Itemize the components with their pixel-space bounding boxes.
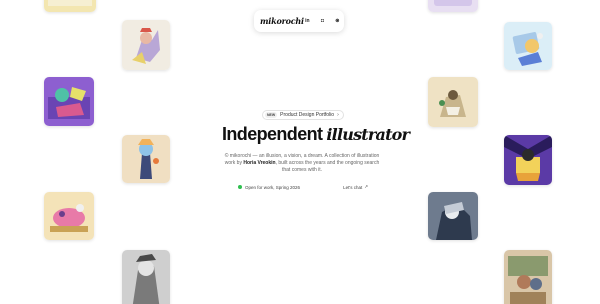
title-script: illustrator bbox=[326, 125, 410, 144]
artist-name: Horia Vreokin bbox=[243, 160, 276, 166]
chat-link[interactable]: Let's chat ↗ bbox=[343, 184, 368, 190]
artwork-tile-5[interactable] bbox=[44, 77, 94, 126]
artwork-tile-8[interactable] bbox=[504, 135, 552, 185]
chevron-right-icon: › bbox=[337, 112, 339, 118]
status-text: Open for work, Spring 2026 bbox=[245, 184, 301, 190]
artwork-tile-1[interactable] bbox=[44, 0, 96, 12]
artwork-tile-2[interactable] bbox=[122, 20, 170, 70]
chat-label: Let's chat bbox=[343, 184, 363, 190]
status-dot-icon bbox=[238, 185, 242, 189]
cta-row: Open for work, Spring 2026 Let's chat ↗ bbox=[238, 183, 368, 191]
arrow-up-right-icon: ↗ bbox=[364, 184, 368, 189]
intro-text: © mikorochi — an illusion, a vision, a d… bbox=[224, 153, 380, 173]
artwork-tile-12[interactable] bbox=[504, 250, 552, 304]
artwork-tile-11[interactable] bbox=[122, 250, 170, 304]
social-links: in ◘ ⊛ bbox=[304, 18, 341, 25]
page-title: Independent illustrator bbox=[222, 124, 410, 146]
instagram-icon[interactable]: ◘ bbox=[319, 18, 326, 25]
dribbble-icon[interactable]: ⊛ bbox=[334, 18, 341, 25]
portfolio-badge[interactable]: NEW Product Design Portfolio › bbox=[262, 110, 344, 120]
artwork-tile-9[interactable] bbox=[44, 192, 94, 240]
new-tag: NEW bbox=[265, 112, 278, 118]
title-main: Independent bbox=[222, 124, 323, 144]
artwork-tile-3[interactable] bbox=[428, 0, 478, 12]
top-nav: mikorochi in ◘ ⊛ bbox=[254, 10, 344, 32]
badge-label: Product Design Portfolio bbox=[280, 112, 335, 118]
site-logo[interactable]: mikorochi bbox=[260, 16, 304, 26]
artwork-tile-7[interactable] bbox=[122, 135, 170, 183]
artwork-tile-6[interactable] bbox=[428, 77, 478, 127]
availability-status: Open for work, Spring 2026 bbox=[238, 185, 300, 190]
artwork-tile-10[interactable] bbox=[428, 192, 478, 240]
artwork-tile-4[interactable] bbox=[504, 22, 552, 70]
linkedin-icon[interactable]: in bbox=[304, 18, 311, 25]
